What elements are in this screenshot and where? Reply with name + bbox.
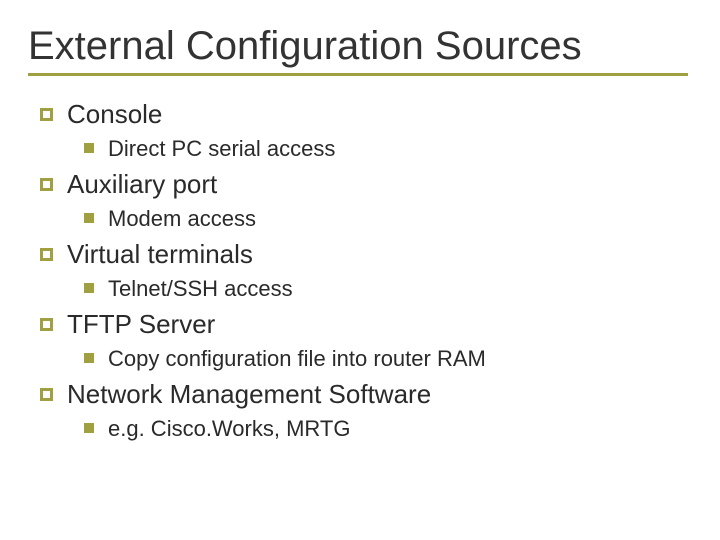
list-item: Auxiliary port xyxy=(40,168,692,201)
list-item: TFTP Server xyxy=(40,308,692,341)
slide-content: Console Direct PC serial access Auxiliar… xyxy=(28,98,692,442)
list-subitem: Direct PC serial access xyxy=(84,135,692,163)
slide-title: External Configuration Sources xyxy=(28,24,692,69)
square-solid-icon xyxy=(84,353,94,363)
list-subitem: Copy configuration file into router RAM xyxy=(84,345,692,373)
list-item-label: Network Management Software xyxy=(67,378,431,411)
list-item-label: TFTP Server xyxy=(67,308,215,341)
list-item: Virtual terminals xyxy=(40,238,692,271)
square-solid-icon xyxy=(84,423,94,433)
square-outline-icon xyxy=(40,178,53,191)
list-subitem-label: Direct PC serial access xyxy=(108,135,335,163)
list-subitem-label: e.g. Cisco.Works, MRTG xyxy=(108,415,350,443)
list-item-label: Auxiliary port xyxy=(67,168,217,201)
square-solid-icon xyxy=(84,213,94,223)
list-item-label: Console xyxy=(67,98,162,131)
slide: External Configuration Sources Console D… xyxy=(0,0,720,540)
square-outline-icon xyxy=(40,318,53,331)
square-outline-icon xyxy=(40,388,53,401)
square-solid-icon xyxy=(84,143,94,153)
title-underline xyxy=(28,73,688,76)
list-subitem-label: Telnet/SSH access xyxy=(108,275,293,303)
square-solid-icon xyxy=(84,283,94,293)
list-item-label: Virtual terminals xyxy=(67,238,253,271)
square-outline-icon xyxy=(40,248,53,261)
list-subitem: Modem access xyxy=(84,205,692,233)
list-subitem: Telnet/SSH access xyxy=(84,275,692,303)
list-subitem-label: Copy configuration file into router RAM xyxy=(108,345,486,373)
list-item: Console xyxy=(40,98,692,131)
list-item: Network Management Software xyxy=(40,378,692,411)
square-outline-icon xyxy=(40,108,53,121)
list-subitem: e.g. Cisco.Works, MRTG xyxy=(84,415,692,443)
list-subitem-label: Modem access xyxy=(108,205,256,233)
